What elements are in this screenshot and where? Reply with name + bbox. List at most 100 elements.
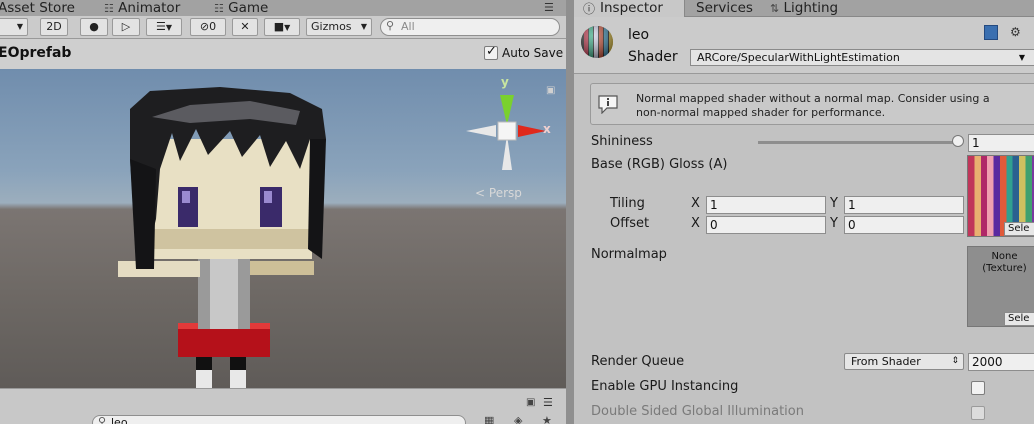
tab-game[interactable]: ☷ Game: [214, 0, 268, 16]
toggle-2d-button[interactable]: 2D: [40, 18, 68, 36]
shininess-slider-thumb[interactable]: [952, 135, 964, 147]
info-icon: [598, 95, 618, 114]
camera-dropdown[interactable]: ■▼: [264, 18, 300, 36]
info-icon: ⓘ: [583, 2, 596, 16]
material-preview-sphere: [581, 26, 613, 58]
left-tab-bar: Asset Store ☷ Animator ☷ Game ☰: [0, 0, 566, 17]
scene-viewport[interactable]: y x ▣ < Persp: [0, 69, 566, 388]
normalmap-none-text: None: [991, 251, 1018, 262]
gizmo-x-cone[interactable]: [518, 125, 546, 137]
settings-icon[interactable]: ⚙: [1010, 25, 1021, 39]
project-search-input[interactable]: ⚲ leo: [92, 415, 466, 424]
tools-toggle-button[interactable]: ✕: [232, 18, 258, 36]
tab-menu-icon[interactable]: ☰: [544, 1, 554, 14]
base-texture-label: Base (RGB) Gloss (A): [591, 157, 728, 172]
toggle-2d-label: 2D: [46, 20, 62, 33]
tools-icon: ✕: [240, 20, 250, 33]
hidden-count: 0: [209, 20, 217, 33]
character-model[interactable]: [100, 69, 360, 388]
offset-y-field[interactable]: 0: [844, 216, 964, 234]
gizmos-dropdown[interactable]: Gizmos ▼: [306, 18, 372, 36]
shininess-label: Shininess: [591, 134, 653, 149]
gizmos-label: Gizmos: [311, 20, 352, 33]
tab-inspector[interactable]: ⓘ Inspector: [574, 0, 685, 17]
right-tab-bar: ⓘ Inspector Services ⇅ Lighting: [574, 0, 1034, 17]
label-icon[interactable]: ◈: [514, 414, 522, 424]
shader-label: Shader: [628, 49, 678, 65]
offset-y-value: 0: [848, 218, 856, 232]
tiling-y-value: 1: [848, 198, 856, 212]
warning-text-line-2: non-normal mapped shader for performance…: [636, 106, 886, 119]
offset-x-value: 0: [710, 218, 718, 232]
panel-menu-icon[interactable]: ☰: [543, 396, 553, 409]
gpu-instancing-label: Enable GPU Instancing: [591, 379, 739, 394]
shader-value: ARCore/SpecularWithLightEstimation: [697, 51, 900, 64]
checkmark-icon: ✓: [486, 44, 497, 59]
gpu-instancing-checkbox[interactable]: [971, 381, 985, 395]
material-name: leo: [628, 27, 650, 43]
search-icon: ⚲: [386, 19, 395, 32]
dropdown-arrow-icon: ▼: [16, 22, 23, 31]
search-placeholder: All: [401, 20, 415, 33]
tab-services[interactable]: Services: [696, 0, 753, 16]
scene-search-input[interactable]: ⚲ All: [380, 18, 560, 36]
auto-save-label: Auto Save: [502, 46, 564, 60]
lightbulb-icon: ●: [89, 20, 99, 33]
render-queue-mode-dropdown[interactable]: From Shader ⇕: [844, 353, 964, 370]
shininess-field[interactable]: 1: [968, 134, 1034, 152]
offset-x-axis-label: X: [691, 216, 700, 231]
tab-asset-store[interactable]: Asset Store: [0, 0, 75, 16]
tab-services-label: Services: [696, 0, 753, 16]
normalmap-select-label: Sele: [1008, 313, 1030, 324]
audio-toggle-button[interactable]: ▷: [112, 18, 140, 36]
tab-lighting[interactable]: ⇅ Lighting: [770, 0, 838, 16]
project-search-value: leo: [111, 416, 128, 424]
lock-icon[interactable]: ▣: [546, 85, 555, 96]
double-sided-gi-checkbox: [971, 406, 985, 420]
tiling-label: Tiling: [610, 196, 645, 211]
lighting-toggle-button[interactable]: ●: [80, 18, 108, 36]
normalmap-select-button[interactable]: Sele: [1004, 312, 1034, 326]
tab-game-label: Game: [228, 0, 269, 16]
scene-visibility-toggle[interactable]: ⊘0: [190, 18, 226, 36]
normalmap-label: Normalmap: [591, 247, 667, 262]
tab-lighting-label: Lighting: [783, 0, 839, 16]
prefab-title: EOprefab: [0, 45, 72, 61]
tab-asset-store-label: Asset Store: [0, 0, 75, 16]
inspector-panel: ⓘ Inspector Services ⇅ Lighting leo Shad…: [574, 0, 1034, 424]
shininess-value: 1: [972, 136, 980, 150]
tab-animator[interactable]: ☷ Animator: [104, 0, 180, 16]
dropdown-arrow-icon: ▼: [1018, 53, 1025, 62]
eye-hidden-icon: ⊘: [199, 20, 210, 33]
filter-icon[interactable]: ▦: [484, 414, 494, 424]
warning-text-line-1: Normal mapped shader without a normal ma…: [636, 92, 990, 105]
normalmap-texture-slot[interactable]: None (Texture) Sele: [967, 246, 1034, 327]
auto-save-checkbox[interactable]: ✓: [484, 44, 498, 60]
gizmo-y-cone[interactable]: [500, 95, 514, 125]
offset-x-field[interactable]: 0: [706, 216, 826, 234]
search-icon: ⚲: [98, 415, 107, 424]
open-reference-icon[interactable]: [984, 25, 998, 40]
stepper-arrows-icon: ⇕: [951, 356, 959, 366]
double-sided-gi-label: Double Sided Global Illumination: [591, 404, 804, 419]
render-queue-value-field[interactable]: 2000: [968, 353, 1034, 371]
tiling-x-value: 1: [710, 198, 718, 212]
dropdown-arrow-icon: ▼: [360, 22, 367, 31]
lock-icon[interactable]: ▣: [526, 397, 535, 408]
project-panel-bar: ▣ ☰ ⚲ leo ▦ ◈ ★: [0, 388, 566, 424]
gizmo-center-cube[interactable]: [497, 121, 517, 141]
base-texture-select-button[interactable]: Sele: [1004, 222, 1034, 236]
projection-toggle[interactable]: < Persp: [475, 186, 522, 200]
gizmo-y-label: y: [501, 75, 509, 89]
dropdown-arrow-icon: ▼: [165, 23, 173, 32]
shininess-slider-track[interactable]: [758, 141, 958, 144]
render-queue-value: 2000: [972, 355, 1003, 369]
tiling-y-field[interactable]: 1: [844, 196, 964, 214]
shader-dropdown[interactable]: ARCore/SpecularWithLightEstimation ▼: [690, 49, 1034, 66]
tiling-x-field[interactable]: 1: [706, 196, 826, 214]
panel-divider[interactable]: [566, 0, 574, 424]
favorite-icon[interactable]: ★: [542, 414, 552, 424]
base-texture-slot[interactable]: Sele: [967, 155, 1034, 237]
effects-dropdown[interactable]: ☰▼: [146, 18, 182, 36]
shading-mode-dropdown[interactable]: ▼: [0, 18, 28, 36]
